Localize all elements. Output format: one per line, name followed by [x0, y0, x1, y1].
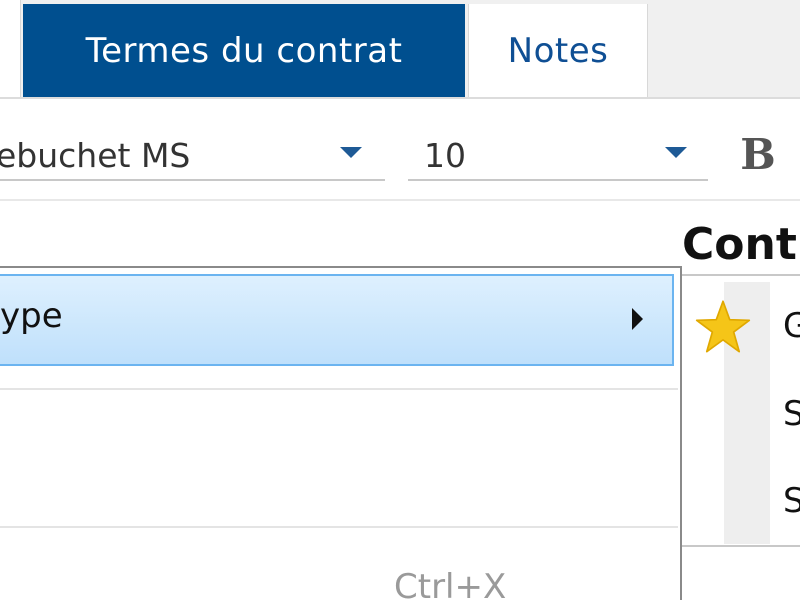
tab-notes[interactable]: Notes [468, 4, 648, 97]
tab-previous-partial[interactable] [0, 0, 21, 97]
app-window: Termes du contrat Notes ebuchet MS 10 B … [0, 0, 800, 600]
context-menu: ype Ctrl+X [0, 266, 682, 600]
font-family-value: ebuchet MS [0, 136, 191, 175]
menu-item-type[interactable]: ype [0, 274, 674, 366]
menu-item-label: ype [0, 296, 63, 336]
font-size-value: 10 [424, 136, 466, 175]
section-heading: Cont [682, 219, 797, 270]
list-item[interactable]: S [783, 394, 800, 434]
chevron-down-icon[interactable] [665, 147, 687, 158]
submenu-list-panel: G S S [680, 274, 800, 547]
cut-shortcut-label: Ctrl+X [394, 567, 507, 600]
list-item[interactable]: S [783, 481, 800, 521]
star-icon [695, 300, 751, 353]
menu-separator [0, 526, 678, 528]
tab-contract-terms[interactable]: Termes du contrat [23, 4, 465, 97]
chevron-right-icon [632, 308, 643, 330]
font-family-dropdown[interactable]: ebuchet MS [0, 135, 385, 181]
chevron-down-icon[interactable] [340, 147, 362, 158]
formatting-toolbar: ebuchet MS 10 B [0, 99, 800, 201]
menu-separator [0, 388, 678, 390]
list-item[interactable]: G [783, 306, 800, 346]
bold-button[interactable]: B [736, 129, 780, 179]
font-size-dropdown[interactable]: 10 [408, 135, 708, 181]
tab-bar: Termes du contrat Notes [0, 0, 800, 99]
